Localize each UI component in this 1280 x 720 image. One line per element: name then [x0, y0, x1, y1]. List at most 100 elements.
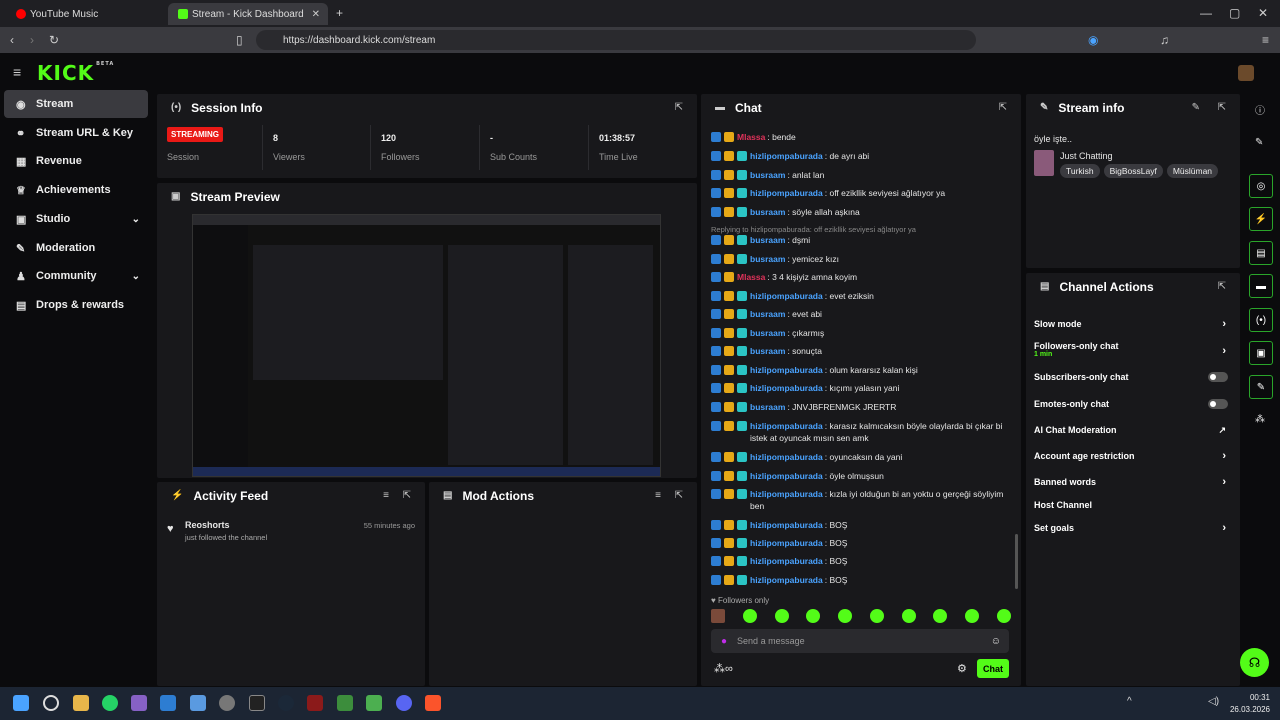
chat-message[interactable]: hizlipompaburada: BOŞ	[711, 574, 1011, 586]
popout-icon[interactable]: ⇱	[1218, 281, 1226, 292]
minecraft-icon[interactable]	[366, 695, 382, 711]
sidebar-item-stream[interactable]: ◉ Stream	[4, 90, 148, 118]
chat-message[interactable]: busraam: anlat lan	[711, 169, 1011, 181]
emotes-only-option[interactable]: Emotes-only chat	[1034, 399, 1230, 409]
emote[interactable]	[774, 609, 789, 623]
chat-message[interactable]: hizlipompaburada: öyle olmuşsun	[711, 470, 1011, 482]
chat-username[interactable]: busraam	[750, 170, 785, 180]
chat-message[interactable]: hizlipompaburada: oyuncaksın da yani	[711, 451, 1011, 463]
popout-icon[interactable]: ⇱	[675, 102, 683, 113]
maximize-icon[interactable]: ▢	[1229, 6, 1240, 20]
clock-date[interactable]: 26.03.2026	[1226, 705, 1270, 714]
chat-message[interactable]: hizlipompaburada: BOŞ	[711, 537, 1011, 549]
chat-username[interactable]: hizlipompaburada	[750, 575, 823, 585]
followers-only-option[interactable]: Followers-only chat 1 min ›	[1034, 341, 1230, 358]
forward-icon[interactable]: ›	[30, 33, 34, 47]
chat-username[interactable]: hizlipompaburada	[750, 520, 823, 530]
extension-icon[interactable]: ◉	[1088, 33, 1098, 47]
popout-icon[interactable]: ⇱	[403, 490, 411, 501]
media-icon[interactable]: ♫	[1160, 33, 1169, 47]
banned-words-option[interactable]: Banned words ›	[1034, 476, 1230, 488]
chat-message[interactable]: busraam: yemicez kızı	[711, 253, 1011, 265]
menu-icon[interactable]: ≡	[1262, 33, 1269, 47]
file-explorer-icon[interactable]	[73, 695, 89, 711]
steam-icon[interactable]	[278, 695, 294, 711]
chat-username[interactable]: busraam	[750, 207, 785, 217]
rail-button-capture[interactable]: ◎	[1249, 174, 1273, 198]
sidebar-item-studio[interactable]: ▣ Studio ⌄	[4, 205, 148, 233]
chat-username[interactable]: Mlassa	[737, 132, 765, 142]
chat-username[interactable]: busraam	[750, 402, 785, 412]
chat-message[interactable]: busraam: dşmi	[711, 234, 1011, 246]
slow-mode-option[interactable]: Slow mode ›	[1034, 318, 1230, 330]
chat-username[interactable]: Mlassa	[737, 272, 765, 282]
microphone-icon[interactable]: ●	[721, 636, 727, 647]
chat-message[interactable]: hizlipompaburada: BOŞ	[711, 519, 1011, 531]
volume-icon[interactable]: ◁)	[1208, 696, 1219, 707]
filter-icon[interactable]: ≡	[655, 490, 661, 501]
emote[interactable]	[838, 609, 853, 623]
rail-button-wrench[interactable]: ✎	[1249, 375, 1273, 399]
tray-chevron-icon[interactable]: ^	[1127, 696, 1132, 707]
chat-username[interactable]: busraam	[750, 254, 785, 264]
emote[interactable]	[933, 609, 948, 623]
sidebar-item-moderation[interactable]: ✎ Moderation	[4, 234, 148, 262]
discord-icon[interactable]	[396, 695, 412, 711]
chat-input[interactable]: ● Send a message ☺	[711, 629, 1009, 653]
chat-username[interactable]: busraam	[750, 328, 785, 338]
emote[interactable]	[742, 609, 757, 623]
emote[interactable]	[869, 609, 884, 623]
sidebar-item-achievements[interactable]: ♕ Achievements	[4, 176, 148, 204]
rail-button-document[interactable]: ▤	[1249, 241, 1273, 265]
chat-username[interactable]: hizlipompaburada	[750, 489, 823, 499]
emote[interactable]	[901, 609, 916, 623]
hamburger-menu-icon[interactable]: ≡	[13, 65, 21, 79]
chat-settings-icon[interactable]: ⁂∞	[714, 662, 733, 675]
sidebar-item-revenue[interactable]: ▦ Revenue	[4, 147, 148, 175]
subscribers-only-toggle[interactable]	[1208, 372, 1228, 382]
chat-message[interactable]: hizlipompaburada: evet eziksin	[711, 290, 1011, 302]
new-tab-icon[interactable]: +	[336, 6, 343, 20]
rail-button-broadcast[interactable]: (•)	[1249, 308, 1273, 332]
edit-icon[interactable]: ✎	[1255, 137, 1263, 148]
chat-username[interactable]: hizlipompaburada	[750, 421, 823, 431]
brave-icon[interactable]	[425, 695, 441, 711]
chat-username[interactable]: hizlipompaburada	[750, 188, 823, 198]
store-icon[interactable]	[190, 695, 206, 711]
chat-username[interactable]: hizlipompaburada	[750, 471, 823, 481]
chat-username[interactable]: hizlipompaburada	[750, 538, 823, 548]
close-tab-icon[interactable]: ✕	[312, 9, 320, 20]
host-channel-option[interactable]: Host Channel	[1034, 500, 1230, 510]
account-age-option[interactable]: Account age restriction ›	[1034, 450, 1230, 462]
emote[interactable]	[996, 609, 1011, 623]
sidebar-item-stream-url[interactable]: ⚭ Stream URL & Key	[4, 119, 148, 147]
sidebar-item-drops[interactable]: ▤ Drops & rewards	[4, 291, 148, 319]
send-chat-button[interactable]: Chat	[977, 659, 1009, 678]
chat-message[interactable]: Mlassa: bende	[711, 131, 1011, 143]
emoji-icon[interactable]: ☺	[991, 636, 1001, 647]
kick-logo[interactable]: KICK BETA	[37, 61, 114, 85]
reload-icon[interactable]: ↻	[49, 33, 59, 47]
chat-username[interactable]: busraam	[750, 235, 785, 245]
avatar[interactable]	[1238, 65, 1254, 81]
app-icon[interactable]	[307, 695, 323, 711]
emote[interactable]	[806, 609, 821, 623]
chat-message[interactable]: hizlipompaburada: kıçımı yalasın yani	[711, 382, 1011, 394]
app-icon[interactable]	[337, 695, 353, 711]
activity-user[interactable]: Reoshorts	[185, 520, 230, 530]
chat-username[interactable]: hizlipompaburada	[750, 556, 823, 566]
subscribers-only-option[interactable]: Subscribers-only chat	[1034, 372, 1230, 382]
bookmark-icon[interactable]: ▯	[236, 33, 243, 47]
chat-username[interactable]: hizlipompaburada	[750, 365, 823, 375]
popout-icon[interactable]: ⇱	[999, 102, 1007, 113]
app-icon[interactable]	[219, 695, 235, 711]
epic-games-icon[interactable]	[249, 695, 265, 711]
windows-start-icon[interactable]	[13, 695, 29, 711]
rail-button-chat[interactable]: ▬	[1249, 274, 1273, 298]
tab-kick-dashboard[interactable]: Stream - Kick Dashboard ✕	[168, 3, 328, 25]
chat-username[interactable]: hizlipompaburada	[750, 383, 823, 393]
chat-message[interactable]: hizlipompaburada: karasız kalmıcaksın bö…	[711, 420, 1011, 444]
chat-message[interactable]: busraam: JNVJBFRENMGK JRERTR	[711, 401, 1011, 413]
minimize-icon[interactable]: —	[1200, 6, 1212, 20]
tab-youtube-music[interactable]: YouTube Music	[6, 3, 166, 25]
